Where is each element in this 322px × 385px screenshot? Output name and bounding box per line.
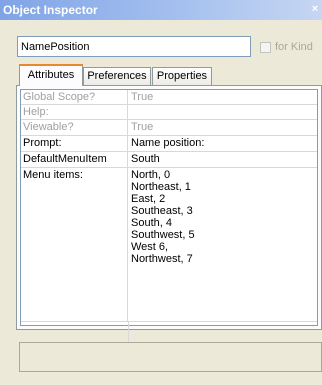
attribute-name: Help: [21,105,128,119]
attribute-value[interactable] [129,105,317,107]
attribute-row[interactable]: Help: [21,105,317,120]
attribute-value[interactable]: True [129,120,317,134]
attribute-name: DefaultMenuItem [21,152,128,167]
attribute-name: Viewable? [21,120,128,135]
title-bar[interactable]: Object Inspector × [0,0,322,20]
attribute-row[interactable]: Global Scope? True [21,90,317,105]
attribute-row[interactable]: Viewable? True [21,120,317,136]
tab-properties[interactable]: Properties [152,67,212,85]
attributes-grid[interactable]: Global Scope? True Help: Viewable? True … [20,89,318,348]
attribute-name: Prompt: [21,136,128,151]
for-kind-label: for Kind [275,41,313,53]
tab-attributes[interactable]: Attributes [19,64,83,86]
attribute-value[interactable]: True [129,90,317,104]
checkbox-icon[interactable] [260,41,271,53]
attribute-value[interactable]: South [129,152,317,166]
tab-attributes-label: Attributes [27,69,75,81]
tab-preferences-label: Preferences [87,70,147,82]
attribute-value[interactable]: North, 0 Northeast, 1 East, 2 Southeast,… [129,168,317,266]
attribute-row[interactable]: Prompt: Name position: [21,136,317,152]
attributes-panel: Global Scope? True Help: Viewable? True … [16,85,322,348]
attribute-value[interactable]: Name position: [129,136,317,150]
window-title: Object Inspector [3,3,98,17]
tab-properties-label: Properties [156,70,208,82]
attribute-name: Menu items: [21,168,128,321]
for-kind-checkbox[interactable]: for Kind [260,39,313,55]
tab-preferences[interactable]: Preferences [83,67,151,85]
attribute-row[interactable]: DefaultMenuItem South [21,152,317,168]
close-icon[interactable]: × [310,2,320,16]
object-name-input[interactable] [17,36,251,57]
attribute-row[interactable]: Menu items: North, 0 Northeast, 1 East, … [21,168,317,322]
status-bar [19,342,322,372]
attribute-name: Global Scope? [21,90,128,104]
